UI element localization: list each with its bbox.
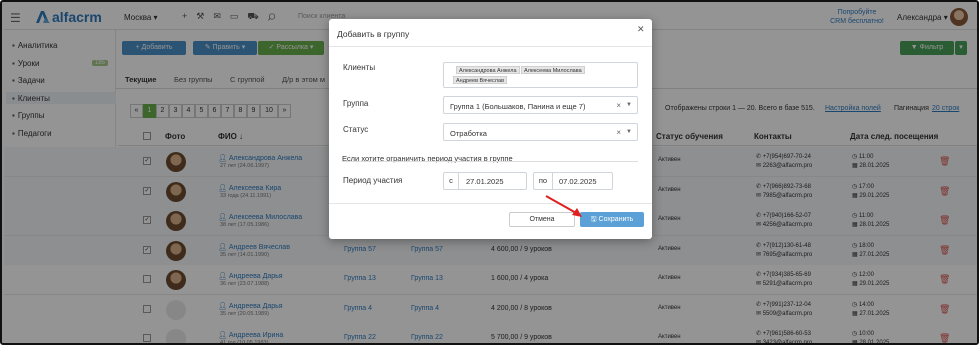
clients-field[interactable]: Александрова Анжела Алексеева Милослава …: [443, 62, 638, 88]
add-to-group-modal: Добавить в группу ✕ Клиенты Александрова…: [329, 19, 652, 239]
date-from-value: 27.01.2025: [466, 177, 504, 186]
client-tag[interactable]: Андреев Вячеслав: [453, 76, 507, 84]
group-value: Группа 1 (Большаков, Панина и еще 7): [450, 102, 586, 111]
status-label: Статус: [343, 125, 369, 134]
period-divider: [342, 161, 638, 162]
period-label: Период участия: [343, 176, 403, 185]
date-from-field[interactable]: с 27.01.2025: [443, 172, 527, 190]
clear-icon[interactable]: ×: [616, 101, 621, 110]
to-addon: по: [534, 173, 553, 189]
chevron-down-icon[interactable]: ▼: [626, 129, 632, 135]
date-to-value: 07.02.2025: [559, 177, 597, 186]
modal-header-divider: [329, 46, 652, 47]
clients-label: Клиенты: [343, 63, 376, 72]
group-select[interactable]: Группа 1 (Большаков, Панина и еще 7) × ▼: [443, 96, 638, 114]
date-to-field[interactable]: по 07.02.2025: [533, 172, 613, 190]
client-tag[interactable]: Алексеева Милослава: [521, 66, 585, 74]
close-icon[interactable]: ✕: [637, 24, 645, 35]
client-tag[interactable]: Александрова Анжела: [456, 66, 520, 74]
group-label: Группа: [343, 99, 369, 108]
modal-footer-divider: [329, 203, 652, 204]
clear-icon[interactable]: ×: [616, 128, 621, 137]
modal-title: Добавить в группу: [337, 29, 410, 39]
status-value: Отработка: [450, 129, 487, 138]
from-addon: с: [444, 173, 459, 189]
status-select[interactable]: Отработка × ▼: [443, 123, 638, 141]
annotation-arrow-icon: [545, 195, 582, 217]
app-window: ☰ alfacrm Москва ▾ +⚒✉▭⛟⌕ Поиск клиента …: [0, 0, 979, 345]
chevron-down-icon[interactable]: ▼: [626, 102, 632, 108]
